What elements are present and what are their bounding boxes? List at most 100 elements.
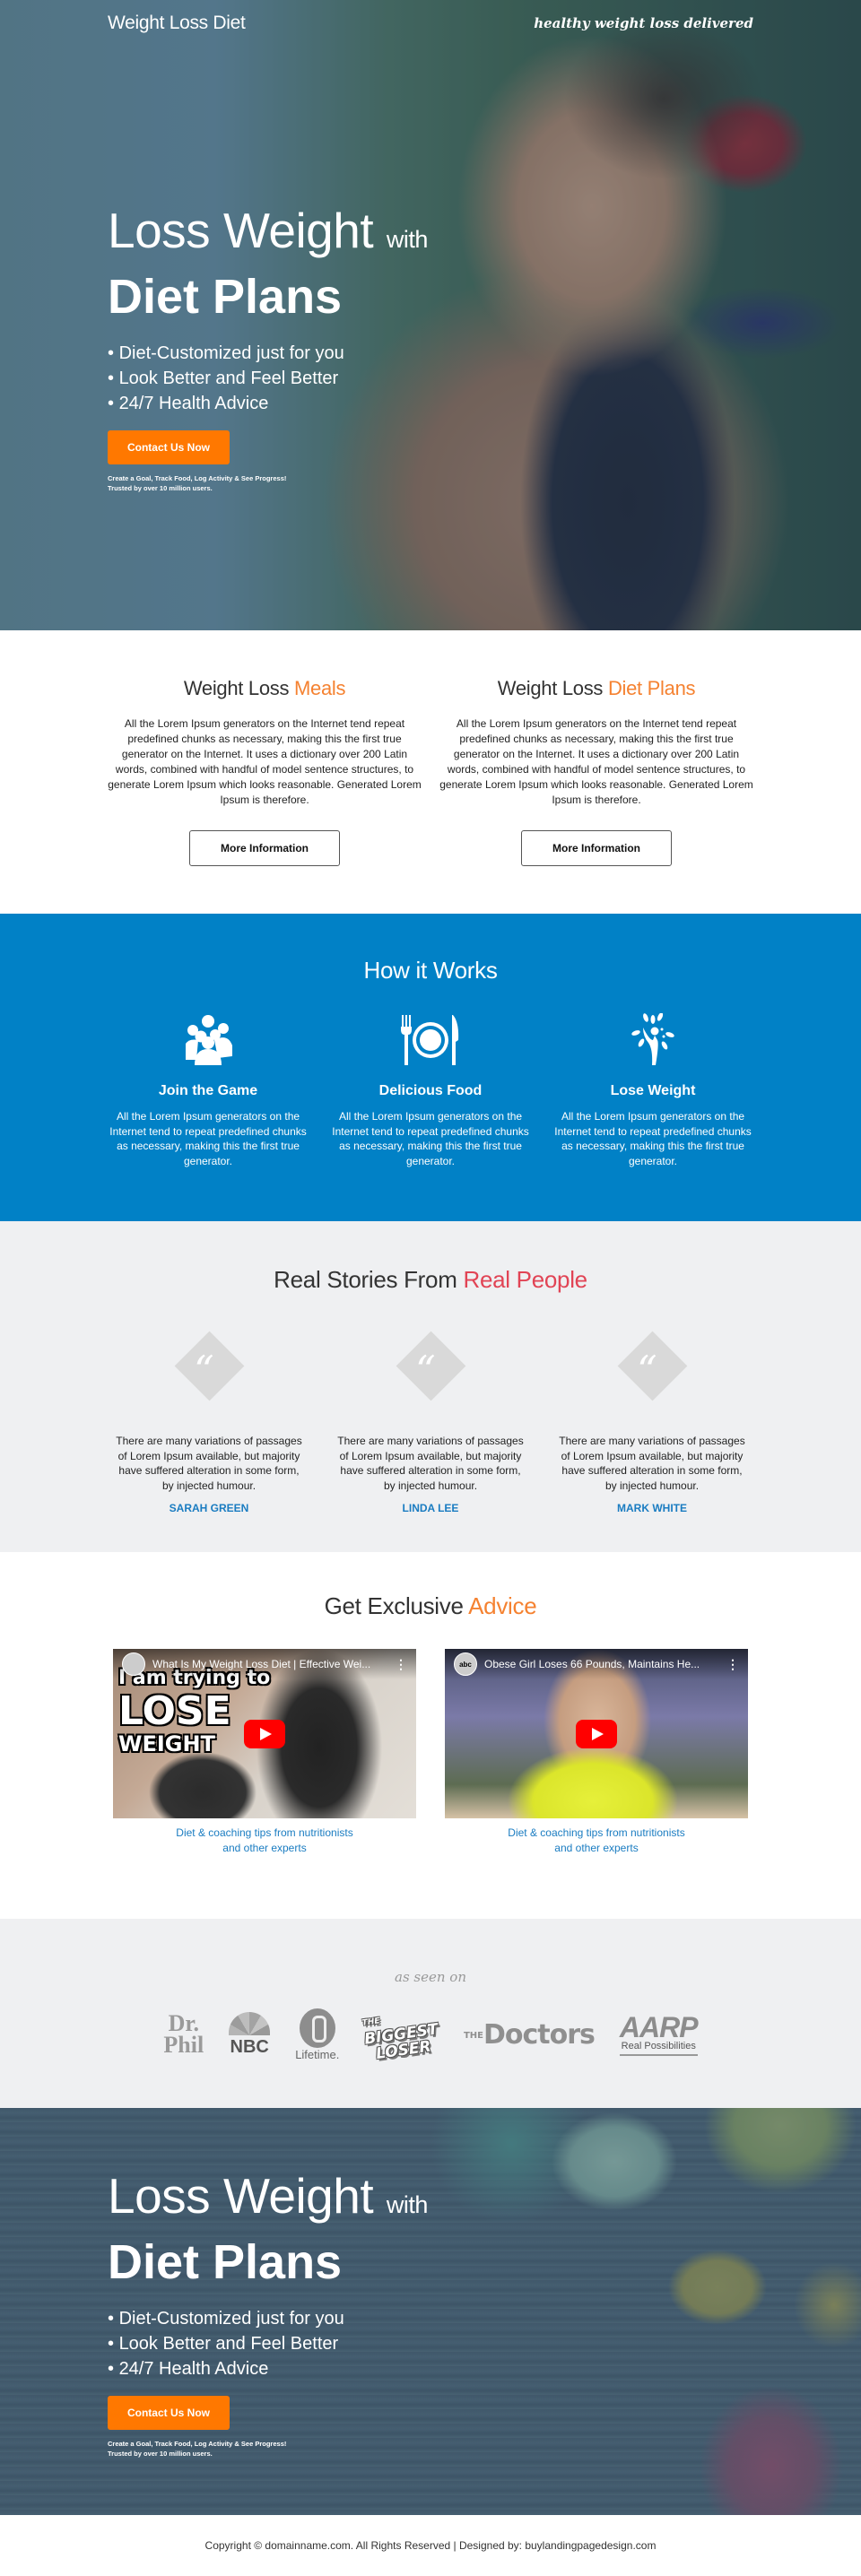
hero-section: Weight Loss Diet healthy weight loss del… <box>0 0 861 630</box>
hero-headline-with: with <box>386 226 429 253</box>
how-item-body: All the Lorem Ipsum generators on the In… <box>554 1110 752 1167</box>
cta-bullets: Diet-Customized just for you Look Better… <box>108 2306 753 2381</box>
info-title-main: Weight Loss <box>497 677 608 699</box>
info-card-meals: Weight Loss Meals All the Lorem Ipsum ge… <box>108 677 422 914</box>
video-header: abc Obese Girl Loses 66 Pounds, Maintain… <box>445 1649 748 1679</box>
lifetime-mark-icon <box>299 2008 335 2048</box>
testimonial-card: “ There are many variations of passages … <box>556 1330 749 1514</box>
how-item-join: Join the Game All the Lorem Ipsum genera… <box>109 1013 307 1168</box>
lifetime-logo: Lifetime. <box>295 2008 339 2061</box>
top-bar: Weight Loss Diet healthy weight loss del… <box>108 0 753 47</box>
testimonials-section: Real Stories From Real People “ There ar… <box>0 1221 861 1552</box>
as-seen-on-section: as seen on Dr. Phil NBC Lifetime. THE BI… <box>0 1919 861 2108</box>
caption-line: and other experts <box>222 1842 307 1854</box>
hero-bullet: 24/7 Health Advice <box>108 391 753 416</box>
info-title: Weight Loss Diet Plans <box>439 677 753 700</box>
testimonial-author: SARAH GREEN <box>169 1502 249 1514</box>
cta-bullet: Diet-Customized just for you <box>108 2306 753 2331</box>
cta-headline-bold: Diet Plans <box>108 2235 343 2289</box>
growth-tree-icon <box>554 1013 752 1067</box>
how-item-food: Delicious Food All the Lorem Ipsum gener… <box>332 1013 529 1168</box>
section-title: How it Works <box>363 957 498 984</box>
quote-glyph: “ <box>637 1347 657 1393</box>
logo-text: Doctors <box>483 2018 596 2051</box>
dr-phil-logo: Dr. Phil <box>163 2012 204 2057</box>
as-seen-on-label: as seen on <box>395 1969 466 1985</box>
logo-text: Lifetime. <box>295 2047 340 2061</box>
contact-us-button[interactable]: Contact Us Now <box>108 2396 230 2430</box>
info-title-accent: Diet Plans <box>607 677 696 699</box>
fine-print-line: Trusted by over 10 million users. <box>108 484 213 492</box>
testimonial-text: There are many variations of passages of… <box>559 1435 745 1492</box>
quote-glyph: “ <box>194 1347 214 1393</box>
hero-headline: Loss Weight with <box>108 204 753 266</box>
bottom-cta-section: Loss Weight with Diet Plans Diet-Customi… <box>0 2108 861 2515</box>
video-title[interactable]: What Is My Weight Loss Diet | Effective … <box>152 1658 387 1670</box>
hero-bullets: Diet-Customized just for you Look Better… <box>108 341 753 416</box>
video-caption: Diet & coaching tips from nutritionists … <box>113 1826 416 1856</box>
copyright-text: Copyright © domainname.com. All Rights R… <box>204 2539 657 2552</box>
cta-headline: Loss Weight with <box>108 2169 753 2232</box>
video-embed[interactable]: abc Obese Girl Loses 66 Pounds, Maintain… <box>445 1649 748 1818</box>
section-title-main: Real Stories From <box>274 1266 464 1293</box>
info-title: Weight Loss Meals <box>108 677 422 700</box>
cta-headline-with: with <box>386 2191 429 2218</box>
section-title-accent: Real People <box>463 1266 587 1293</box>
testimonial-text: There are many variations of passages of… <box>337 1435 524 1492</box>
channel-avatar[interactable] <box>122 1652 145 1676</box>
info-body: All the Lorem Ipsum generators on the In… <box>108 717 422 806</box>
quote-glyph: “ <box>415 1347 436 1393</box>
video-title[interactable]: Obese Girl Loses 66 Pounds, Maintains He… <box>484 1658 719 1670</box>
testimonial-card: “ There are many variations of passages … <box>335 1330 527 1514</box>
tagline: healthy weight loss delivered <box>534 15 753 31</box>
logo-text: Real Possibilities <box>619 2041 698 2056</box>
how-item-title: Join the Game <box>158 1083 258 1098</box>
cta-headline-light: Loss Weight <box>108 2168 374 2224</box>
section-title: Get Exclusive Advice <box>0 1592 861 1620</box>
biggest-loser-logo: THE BIGGEST LOSER <box>361 2006 441 2064</box>
video-card: I am trying to LOSE WEIGHT What Is My We… <box>113 1649 416 1856</box>
aarp-logo: AARP Real Possibilities <box>619 2013 699 2056</box>
caption-line: Diet & coaching tips from nutritionists <box>176 1826 353 1839</box>
play-button-icon[interactable] <box>576 1719 617 1748</box>
video-embed[interactable]: I am trying to LOSE WEIGHT What Is My We… <box>113 1649 416 1818</box>
fine-print-line: Trusted by over 10 million users. <box>108 2450 213 2458</box>
the-doctors-logo: THEDoctors <box>463 2018 596 2051</box>
hero-bullet: Diet-Customized just for you <box>108 341 753 366</box>
video-caption: Diet & coaching tips from nutritionists … <box>445 1826 748 1856</box>
info-title-main: Weight Loss <box>183 677 294 699</box>
logo-text: NBC <box>230 2036 269 2057</box>
section-title-accent: Advice <box>468 1592 537 1619</box>
nbc-logo: NBC <box>229 2011 271 2058</box>
info-body: All the Lorem Ipsum generators on the In… <box>439 717 753 806</box>
advice-section: Get Exclusive Advice I am trying to LOSE… <box>0 1552 861 1919</box>
testimonial-text: There are many variations of passages of… <box>116 1435 302 1492</box>
channel-avatar[interactable]: abc <box>454 1652 477 1676</box>
testimonial-author: MARK WHITE <box>617 1502 687 1514</box>
contact-us-button[interactable]: Contact Us Now <box>108 430 230 464</box>
cta-bullet: 24/7 Health Advice <box>108 2356 753 2381</box>
cta-fine-print: Create a Goal, Track Food, Log Activity … <box>108 2439 753 2459</box>
quote-icon: “ <box>174 1331 244 1401</box>
how-item-body: All the Lorem Ipsum generators on the In… <box>332 1110 529 1167</box>
how-item-title: Lose Weight <box>610 1083 696 1098</box>
testimonial-author: LINDA LEE <box>402 1502 459 1514</box>
how-item-body: All the Lorem Ipsum generators on the In… <box>109 1110 307 1167</box>
more-information-button[interactable]: More Information <box>521 830 672 866</box>
how-item-title: Delicious Food <box>378 1083 483 1098</box>
play-button-icon[interactable] <box>244 1719 285 1748</box>
logo-text: THE <box>463 2030 484 2041</box>
info-card-diet-plans: Weight Loss Diet Plans All the Lorem Ips… <box>439 677 753 914</box>
group-icon <box>109 1013 307 1067</box>
more-options-icon[interactable]: ⋮ <box>726 1657 739 1672</box>
testimonial-card: “ There are many variations of passages … <box>113 1330 306 1514</box>
more-options-icon[interactable]: ⋮ <box>395 1657 407 1672</box>
hero-headline-bold: Diet Plans <box>108 270 343 324</box>
section-title: Real Stories From Real People <box>0 1266 861 1294</box>
more-information-button[interactable]: More Information <box>189 830 340 866</box>
hero-fine-print: Create a Goal, Track Food, Log Activity … <box>108 473 753 493</box>
info-title-accent: Meals <box>293 677 346 699</box>
cta-bullet: Look Better and Feel Better <box>108 2331 753 2356</box>
brand-logo[interactable]: Weight Loss Diet <box>108 13 246 34</box>
caption-line: and other experts <box>554 1842 639 1854</box>
